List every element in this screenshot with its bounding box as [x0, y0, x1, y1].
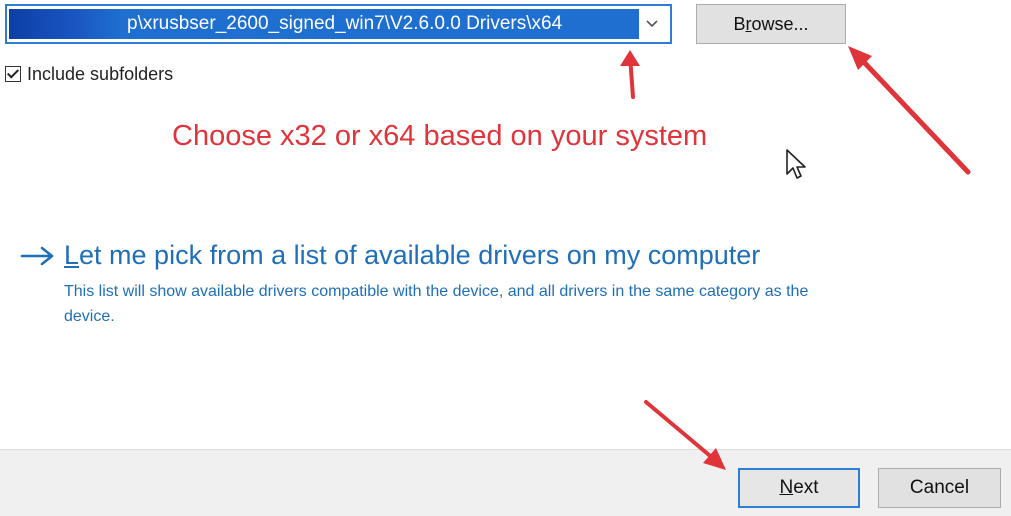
annotation-text: Choose x32 or x64 based on your system — [172, 120, 708, 152]
pick-from-list-description: This list will show available drivers co… — [64, 283, 809, 325]
arrow-to-path-field — [620, 50, 640, 99]
arrow-right-icon — [20, 246, 54, 265]
mouse-cursor-icon — [786, 149, 806, 179]
driver-path-combobox[interactable]: p\xrusbser_2600_signed_win7\V2.6.0.0 Dri… — [5, 4, 672, 44]
pick-from-list-mnemonic: L — [64, 240, 80, 270]
arrow-to-browse-button — [848, 46, 971, 175]
pick-from-list-option[interactable]: Let me pick from a list of available dri… — [20, 240, 854, 329]
next-button[interactable]: Next — [738, 468, 860, 508]
next-label-mnemonic: N — [779, 477, 794, 498]
browse-button[interactable]: Browse... — [696, 4, 846, 44]
include-subfolders-label: nclude subfolders — [32, 63, 174, 84]
include-subfolders-checkbox[interactable] — [5, 66, 21, 82]
include-subfolders-option[interactable]: Include subfolders — [5, 62, 173, 86]
pick-from-list-label: et me pick from a list of available driv… — [79, 240, 761, 270]
pick-from-list-link[interactable]: Let me pick from a list of available dri… — [64, 240, 760, 271]
driver-path-text: p\xrusbser_2600_signed_win7\V2.6.0.0 Dri… — [127, 13, 563, 34]
cancel-button[interactable]: Cancel — [878, 468, 1001, 508]
chevron-down-icon[interactable] — [642, 14, 662, 34]
browse-label-rest: owse... — [751, 14, 809, 34]
redacted-path-prefix — [9, 9, 121, 39]
browse-label-prefix: B — [733, 14, 746, 34]
next-label-rest: ext — [793, 477, 819, 498]
driver-path-value[interactable]: p\xrusbser_2600_signed_win7\V2.6.0.0 Dri… — [9, 9, 639, 39]
